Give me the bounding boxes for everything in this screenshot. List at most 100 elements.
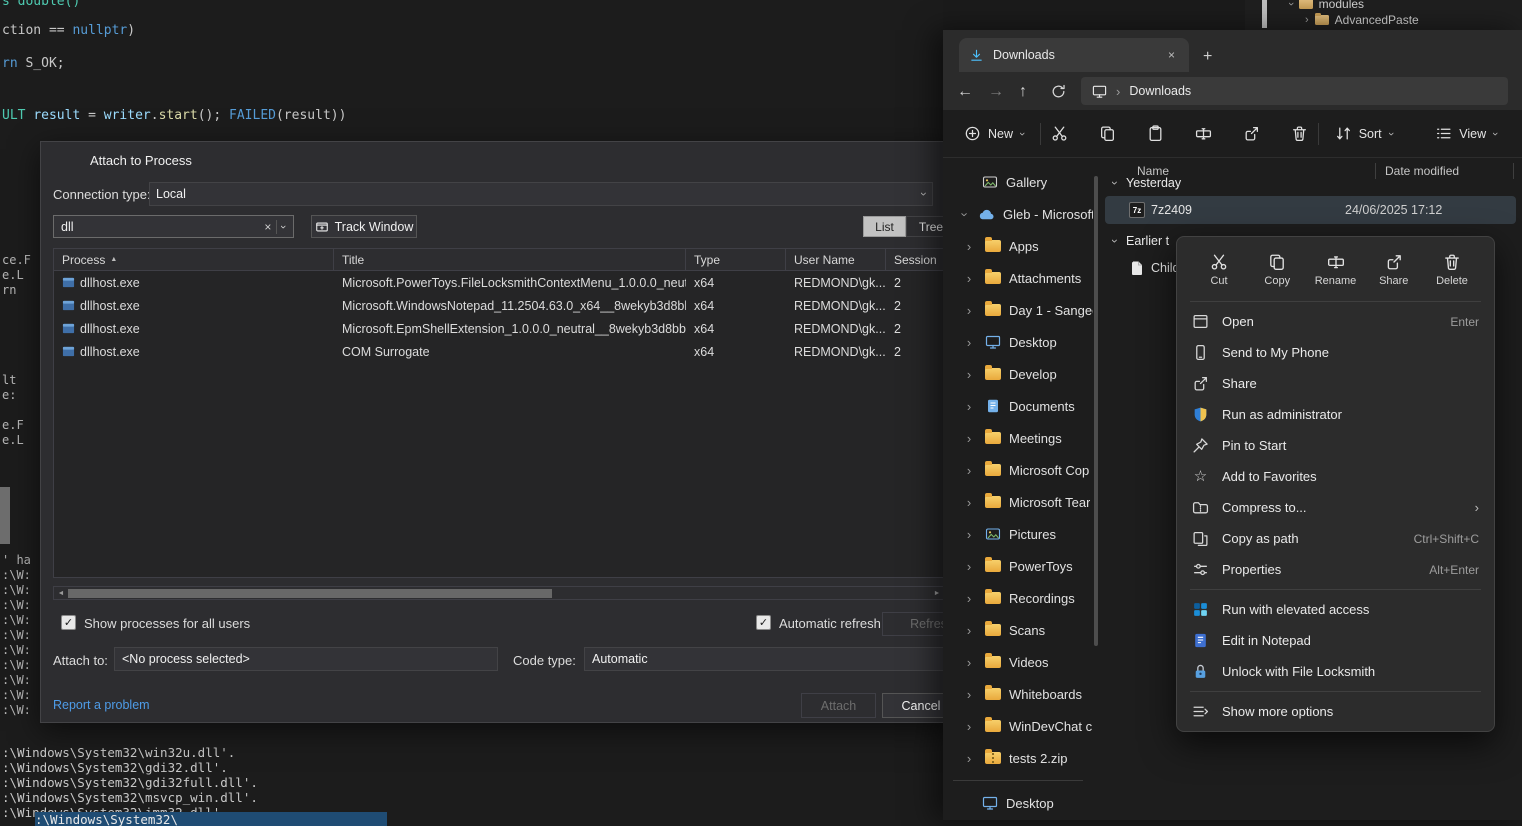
- sidebar-item-documents[interactable]: › Documents: [943, 390, 1093, 422]
- chevron-right-icon[interactable]: ›: [962, 335, 976, 350]
- debug-output-selected-line[interactable]: :\Windows\System32\: [35, 812, 387, 826]
- chevron-right-icon[interactable]: ›: [962, 559, 976, 574]
- sidebar-item-videos[interactable]: › Videos: [943, 646, 1093, 678]
- quick-rename-button[interactable]: Rename: [1310, 253, 1362, 287]
- menu-item-run-as-administrator[interactable]: Run as administrator: [1181, 399, 1490, 430]
- quick-share-button[interactable]: Share: [1368, 253, 1420, 287]
- chevron-right-icon[interactable]: ›: [962, 303, 976, 318]
- automatic-refresh-checkbox[interactable]: ✓: [756, 615, 771, 630]
- delete-button[interactable]: [1291, 125, 1308, 142]
- editor-scrollbar-thumb[interactable]: [0, 487, 10, 544]
- sidebar-item-windevchat[interactable]: › WinDevChat c: [943, 710, 1093, 742]
- refresh-button[interactable]: [1050, 83, 1067, 100]
- menu-item-edit-in-notepad[interactable]: Edit in Notepad: [1181, 625, 1490, 656]
- chevron-down-icon[interactable]: ›: [958, 207, 973, 221]
- sidebar-item-pictures[interactable]: › Pictures: [943, 518, 1093, 550]
- connection-type-dropdown[interactable]: Local ›: [149, 182, 933, 206]
- column-header-date-modified[interactable]: Date modified: [1385, 164, 1459, 178]
- breadcrumb-location[interactable]: Downloads: [1129, 84, 1191, 98]
- share-button[interactable]: [1243, 125, 1260, 142]
- column-header-session[interactable]: Session: [886, 249, 944, 270]
- track-window-button[interactable]: Track Window: [311, 215, 417, 238]
- list-view-button[interactable]: List: [863, 216, 906, 237]
- column-header-type[interactable]: Type: [686, 249, 786, 270]
- chevron-right-icon[interactable]: ›: [962, 623, 976, 638]
- cut-button[interactable]: [1051, 125, 1068, 142]
- rename-button[interactable]: [1195, 125, 1212, 142]
- attach-button[interactable]: Attach: [801, 693, 876, 718]
- table-horizontal-scrollbar[interactable]: ◄ ►: [53, 586, 945, 600]
- sort-button[interactable]: Sort ›: [1329, 125, 1399, 142]
- chevron-right-icon[interactable]: ›: [962, 271, 976, 286]
- chevron-right-icon[interactable]: ›: [962, 591, 976, 606]
- sidebar-item-desktop[interactable]: › Desktop: [943, 326, 1093, 358]
- sidebar-item-desktop-pinned[interactable]: Desktop: [943, 787, 1093, 819]
- column-divider[interactable]: [1375, 163, 1376, 179]
- menu-item-unlock-with-file-locksmith[interactable]: Unlock with File Locksmith: [1181, 656, 1490, 687]
- process-filter-input[interactable]: dll × ›: [53, 215, 294, 238]
- chevron-right-icon[interactable]: ›: [962, 399, 976, 414]
- sidebar-scrollbar-thumb[interactable]: [1094, 176, 1098, 646]
- menu-item-run-with-elevated-access[interactable]: Run with elevated access: [1181, 594, 1490, 625]
- chevron-right-icon[interactable]: ›: [962, 655, 976, 670]
- paste-button[interactable]: [1147, 125, 1164, 142]
- code-type-field[interactable]: Automatic: [584, 647, 957, 671]
- address-bar[interactable]: › Downloads: [1081, 77, 1508, 105]
- copy-button[interactable]: [1099, 125, 1116, 142]
- sidebar-item-attachments[interactable]: › Attachments: [943, 262, 1093, 294]
- process-row[interactable]: dllhost.exe COM Surrogate x64 REDMOND\gk…: [54, 340, 944, 363]
- menu-item-add-to-favorites[interactable]: ☆ Add to Favorites: [1181, 461, 1490, 492]
- chevron-down-icon[interactable]: ›: [1108, 181, 1122, 185]
- solution-explorer-scrollbar-thumb[interactable]: [1262, 0, 1267, 28]
- process-row[interactable]: dllhost.exe Microsoft.WindowsNotepad_11.…: [54, 294, 944, 317]
- attach-to-field[interactable]: <No process selected>: [114, 647, 498, 671]
- sidebar-item-onedrive[interactable]: › Gleb - Microsoft: [943, 198, 1093, 230]
- menu-item-send-to-my-phone[interactable]: Send to My Phone: [1181, 337, 1490, 368]
- sidebar-item-gallery[interactable]: Gallery: [943, 166, 1093, 198]
- group-header-yesterday[interactable]: › Yesterday: [1113, 172, 1181, 194]
- chevron-right-icon[interactable]: ›: [962, 239, 976, 254]
- sidebar-item-tests-2-zip[interactable]: › tests 2.zip: [943, 742, 1093, 774]
- chevron-right-icon[interactable]: ›: [962, 463, 976, 478]
- column-divider[interactable]: [1513, 163, 1514, 179]
- sidebar-item-microsoft-cop[interactable]: › Microsoft Cop: [943, 454, 1093, 486]
- chevron-right-icon[interactable]: ›: [962, 431, 976, 446]
- new-tab-button[interactable]: +: [1203, 49, 1212, 65]
- menu-item-show-more-options[interactable]: Show more options: [1181, 696, 1490, 727]
- new-button[interactable]: New ›: [958, 125, 1030, 142]
- up-button[interactable]: ↑: [1019, 83, 1036, 100]
- sidebar-item-meetings[interactable]: › Meetings: [943, 422, 1093, 454]
- chevron-right-icon[interactable]: ›: [962, 527, 976, 542]
- sidebar-item-day-1-sangee[interactable]: › Day 1 - Sangee: [943, 294, 1093, 326]
- horizontal-scrollbar-thumb[interactable]: [68, 589, 552, 598]
- process-row[interactable]: dllhost.exe Microsoft.PowerToys.FileLock…: [54, 271, 944, 294]
- menu-item-properties[interactable]: Properties Alt+Enter: [1181, 554, 1490, 585]
- chevron-right-icon[interactable]: ›: [962, 367, 976, 382]
- menu-item-share[interactable]: Share: [1181, 368, 1490, 399]
- chevron-down-icon[interactable]: ›: [277, 221, 289, 233]
- forward-button[interactable]: →: [988, 83, 1005, 100]
- scroll-left-icon[interactable]: ◄: [54, 590, 68, 597]
- tree-item-advancedpaste[interactable]: › AdvancedPaste: [1305, 11, 1419, 28]
- sidebar-item-whiteboards[interactable]: › Whiteboards: [943, 678, 1093, 710]
- view-button[interactable]: View ›: [1429, 125, 1503, 142]
- column-header-title[interactable]: Title: [334, 249, 686, 270]
- report-a-problem-link[interactable]: Report a problem: [53, 698, 150, 712]
- sidebar-item-powertoys[interactable]: › PowerToys: [943, 550, 1093, 582]
- sidebar-item-apps[interactable]: › Apps: [943, 230, 1093, 262]
- sidebar-item-develop[interactable]: › Develop: [943, 358, 1093, 390]
- back-button[interactable]: ←: [957, 83, 974, 100]
- chevron-right-icon[interactable]: ›: [962, 751, 976, 766]
- group-header-earlier[interactable]: › Earlier t: [1113, 230, 1169, 252]
- process-row[interactable]: dllhost.exe Microsoft.EpmShellExtension_…: [54, 317, 944, 340]
- column-header-process[interactable]: Process ▲: [54, 249, 334, 270]
- sidebar-item-recordings[interactable]: › Recordings: [943, 582, 1093, 614]
- clear-filter-icon[interactable]: ×: [259, 220, 276, 234]
- tab-downloads[interactable]: Downloads ×: [959, 38, 1189, 72]
- file-row-7z2409[interactable]: 7z 7z2409 24/06/2025 17:12: [1105, 196, 1516, 224]
- column-header-user-name[interactable]: User Name: [786, 249, 886, 270]
- sidebar-item-scans[interactable]: › Scans: [943, 614, 1093, 646]
- menu-item-pin-to-start[interactable]: Pin to Start: [1181, 430, 1490, 461]
- quick-copy-button[interactable]: Copy: [1251, 253, 1303, 287]
- close-tab-icon[interactable]: ×: [1164, 48, 1179, 62]
